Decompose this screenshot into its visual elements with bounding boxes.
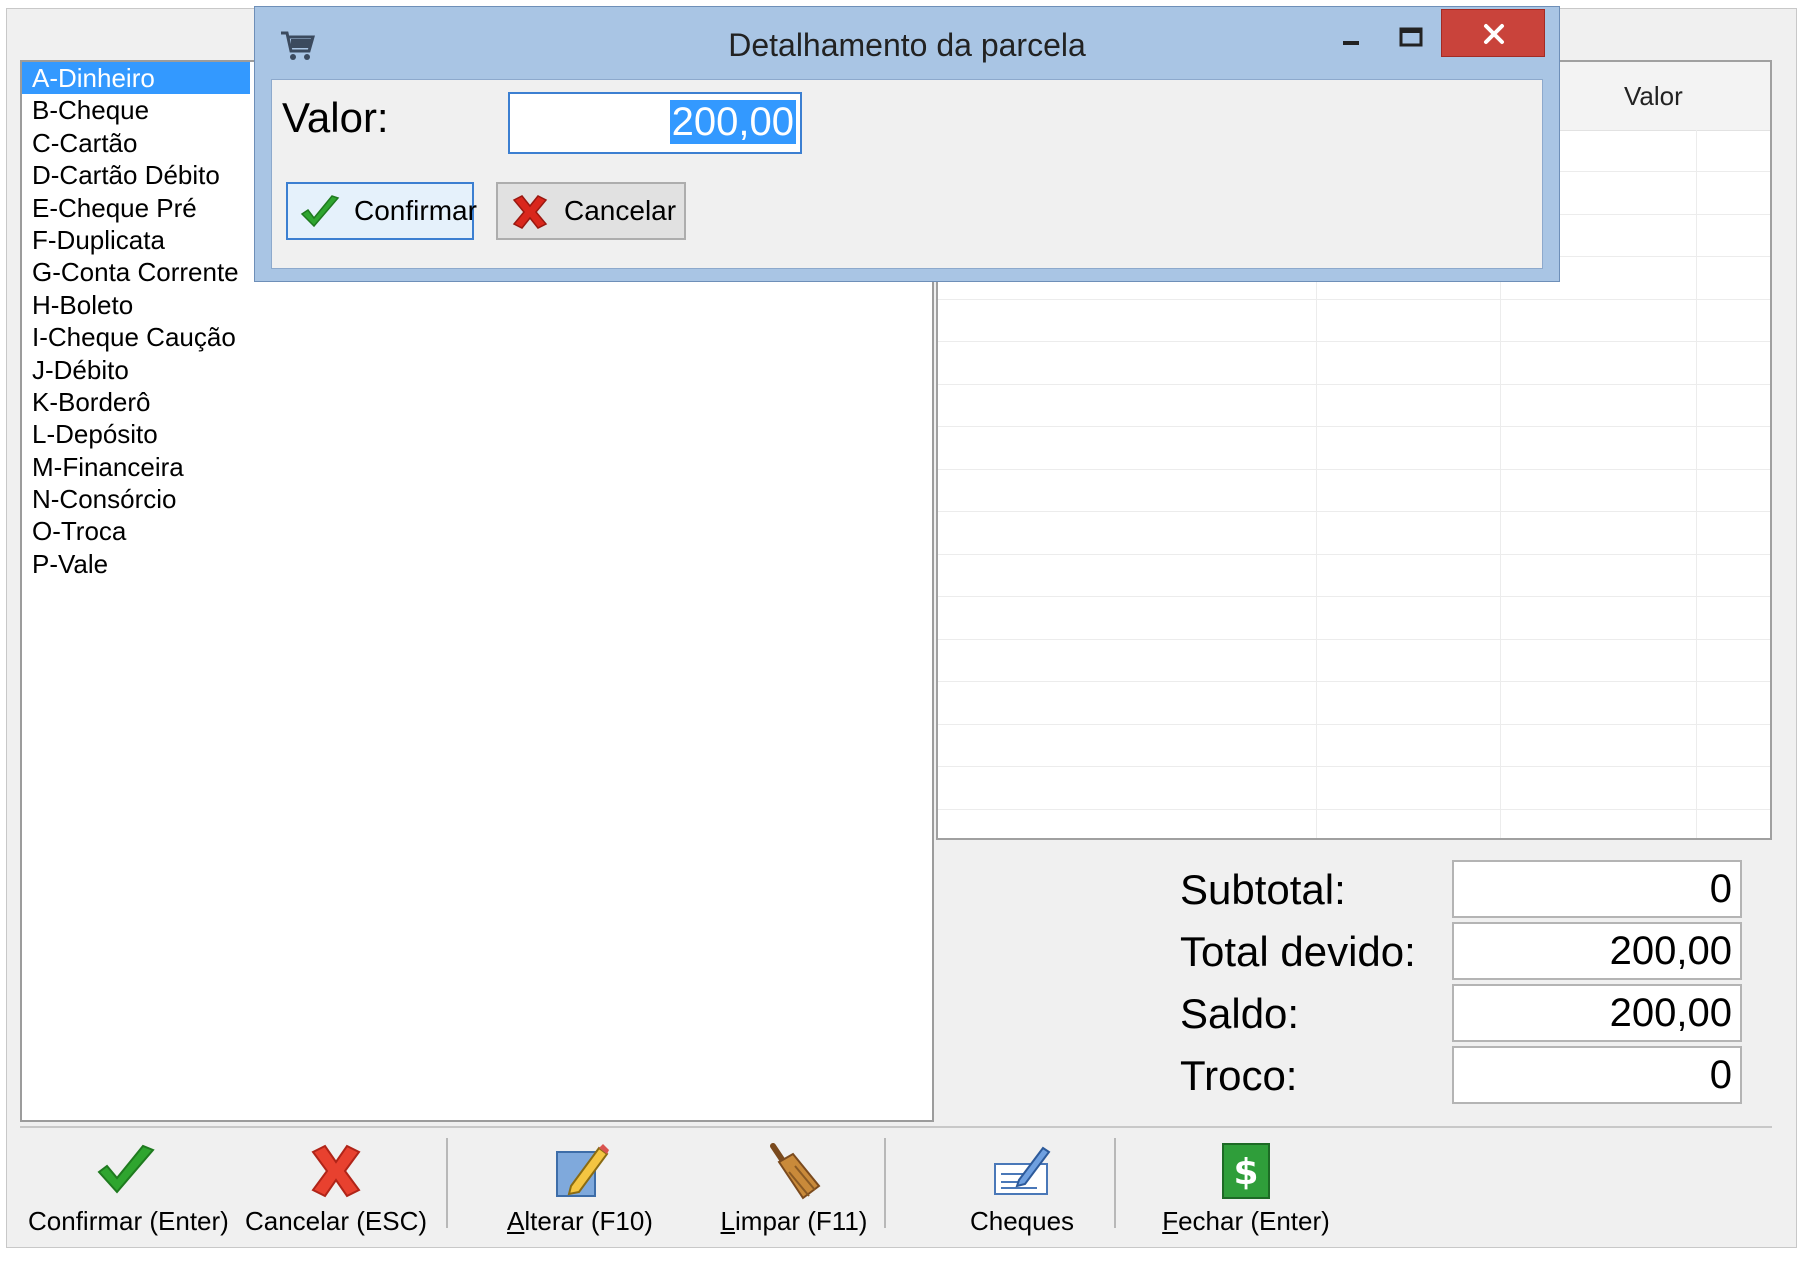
payment-type-item[interactable]: K-Borderô bbox=[22, 386, 250, 418]
toolbar-separator bbox=[884, 1138, 886, 1228]
svg-text:$: $ bbox=[1233, 1152, 1258, 1193]
cross-icon bbox=[512, 195, 548, 229]
toolbar-separator-line bbox=[20, 1126, 1772, 1128]
grid-row[interactable] bbox=[938, 428, 1770, 470]
grid-row[interactable] bbox=[938, 768, 1770, 810]
limpar-label-rest: impar (F11) bbox=[735, 1206, 868, 1236]
maximize-icon bbox=[1399, 27, 1423, 47]
grid-row[interactable] bbox=[938, 683, 1770, 725]
close-button[interactable] bbox=[1441, 9, 1545, 57]
pencil-icon bbox=[556, 1144, 609, 1197]
cross-icon bbox=[311, 1144, 361, 1198]
saldo-label: Saldo: bbox=[1180, 990, 1300, 1037]
dialog-confirm-button[interactable]: Confirmar bbox=[286, 182, 477, 240]
alterar-label-rest: lterar (F10) bbox=[524, 1206, 653, 1236]
bottom-toolbar: Confirmar (Enter) Cancelar (ESC) Alterar… bbox=[20, 1134, 1772, 1237]
fechar-enter-button[interactable]: $ Fechar (Enter) bbox=[1148, 1134, 1344, 1237]
troco-label: Troco: bbox=[1180, 1052, 1298, 1099]
grid-row[interactable] bbox=[938, 598, 1770, 640]
grid-row[interactable] bbox=[938, 810, 1770, 838]
total-devido-label: Total devido: bbox=[1180, 928, 1416, 975]
payment-type-item[interactable]: B-Cheque bbox=[22, 94, 250, 126]
payment-type-item[interactable]: A-Dinheiro bbox=[22, 62, 250, 95]
limpar-f11-label: Limpar (F11) bbox=[696, 1206, 892, 1237]
payment-type-item[interactable]: D-Cartão Débito bbox=[22, 159, 250, 191]
payment-type-item[interactable]: C-Cartão bbox=[22, 127, 250, 159]
check-icon bbox=[97, 1144, 155, 1194]
payment-type-item[interactable]: N-Consórcio bbox=[22, 483, 250, 515]
dialog-titlebar[interactable]: Detalhamento da parcela bbox=[255, 7, 1559, 77]
maximize-button[interactable] bbox=[1383, 17, 1437, 57]
grid-row[interactable] bbox=[938, 555, 1770, 597]
grid-row[interactable] bbox=[938, 725, 1770, 767]
valor-label: Valor: bbox=[282, 94, 389, 141]
payment-type-item[interactable]: F-Duplicata bbox=[22, 224, 250, 256]
toolbar-separator bbox=[446, 1138, 448, 1228]
valor-input[interactable]: 200,00 bbox=[508, 92, 802, 154]
dollar-bill-icon: $ bbox=[1222, 1143, 1270, 1199]
payment-type-item[interactable]: J-Débito bbox=[22, 354, 250, 386]
grid-row[interactable] bbox=[938, 640, 1770, 682]
payment-type-item[interactable]: O-Troca bbox=[22, 515, 250, 547]
confirm-enter-label: Confirmar (Enter) bbox=[28, 1206, 229, 1236]
total-devido-field: 200,00 bbox=[1452, 922, 1742, 980]
grid-row[interactable] bbox=[938, 470, 1770, 512]
alterar-f10-label: Alterar (F10) bbox=[482, 1206, 678, 1237]
fechar-enter-label: Fechar (Enter) bbox=[1148, 1206, 1344, 1237]
cheque-icon bbox=[994, 1146, 1051, 1195]
confirm-enter-button[interactable]: Confirmar (Enter) bbox=[28, 1134, 229, 1236]
valor-selected-text: 200,00 bbox=[669, 100, 796, 144]
cancel-esc-button[interactable]: Cancelar (ESC) bbox=[242, 1134, 430, 1236]
toolbar-separator bbox=[1114, 1138, 1116, 1228]
minimize-button[interactable] bbox=[1327, 17, 1377, 57]
grid-row[interactable] bbox=[938, 385, 1770, 427]
cancel-esc-label: Cancelar (ESC) bbox=[244, 1206, 428, 1236]
dialog-confirm-label: Confirmar bbox=[354, 195, 477, 226]
cheques-label: Cheques bbox=[969, 1206, 1075, 1236]
grid-row[interactable] bbox=[938, 343, 1770, 385]
troco-field: 0 bbox=[1452, 1046, 1742, 1104]
payment-type-item[interactable]: G-Conta Corrente bbox=[22, 256, 250, 288]
fechar-accelerator: F bbox=[1162, 1206, 1179, 1236]
minimize-icon bbox=[1343, 41, 1359, 45]
payment-type-item[interactable]: M-Financeira bbox=[22, 451, 250, 483]
grid-row[interactable] bbox=[938, 300, 1770, 342]
alterar-accelerator: A bbox=[507, 1206, 525, 1236]
alterar-f10-button[interactable]: Alterar (F10) bbox=[482, 1134, 678, 1237]
limpar-accelerator: L bbox=[720, 1206, 736, 1236]
grid-row[interactable] bbox=[938, 513, 1770, 555]
close-icon bbox=[1484, 24, 1504, 44]
subtotal-label: Subtotal: bbox=[1180, 866, 1346, 913]
dialog-cancel-label: Cancelar bbox=[564, 195, 677, 226]
check-icon bbox=[300, 195, 340, 228]
payment-type-item[interactable]: L-Depósito bbox=[22, 418, 250, 450]
subtotal-field: 0 bbox=[1452, 860, 1742, 918]
payment-type-item[interactable]: I-Cheque Caução bbox=[22, 321, 250, 353]
cheques-button[interactable]: Cheques bbox=[928, 1134, 1116, 1236]
column-header-valor[interactable]: Valor bbox=[1624, 62, 1683, 130]
payment-type-item[interactable]: E-Cheque Pré bbox=[22, 192, 250, 224]
broom-icon bbox=[770, 1143, 821, 1200]
saldo-field: 200,00 bbox=[1452, 984, 1742, 1042]
installment-detail-dialog: Detalhamento da parcela Valor: 200,00 Co… bbox=[254, 6, 1560, 282]
dialog-cancel-button[interactable]: Cancelar bbox=[496, 182, 686, 240]
dialog-body: Valor: 200,00 Confirmar Cancelar bbox=[271, 79, 1543, 269]
payment-type-item[interactable]: P-Vale bbox=[22, 548, 250, 580]
payment-type-item[interactable]: H-Boleto bbox=[22, 289, 250, 321]
fechar-label-rest: echar (Enter) bbox=[1178, 1206, 1330, 1236]
limpar-f11-button[interactable]: Limpar (F11) bbox=[696, 1134, 892, 1237]
